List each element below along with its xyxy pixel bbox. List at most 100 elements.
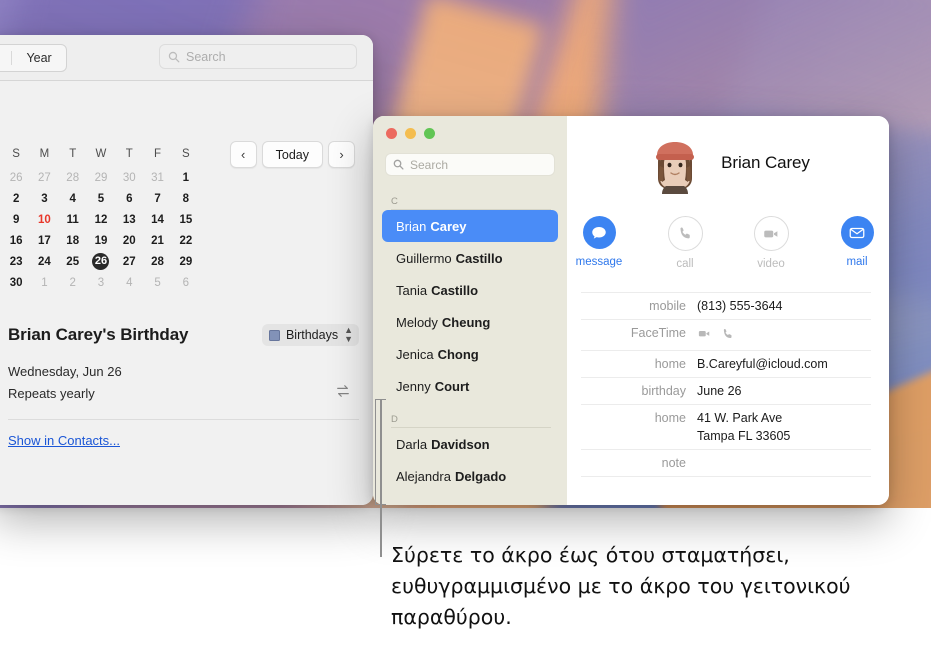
- mail-action-button[interactable]: mail: [826, 216, 888, 270]
- contact-first-name: Guillermo: [396, 250, 452, 266]
- phone-icon[interactable]: [721, 327, 735, 346]
- calendar-day[interactable]: 16: [2, 230, 30, 251]
- calendar-day[interactable]: 31: [143, 167, 171, 188]
- calendar-day[interactable]: 6: [115, 188, 143, 209]
- calendar-day[interactable]: 30: [115, 167, 143, 188]
- calendar-day[interactable]: 6: [172, 272, 200, 293]
- contact-list-item[interactable]: Tania Castillo: [382, 274, 558, 306]
- event-divider: [8, 419, 359, 420]
- calendar-day[interactable]: 26: [2, 167, 30, 188]
- contacts-list[interactable]: C Brian Carey Guillermo Castillo Tania Castill…: [373, 184, 567, 505]
- video-action-button[interactable]: video: [740, 216, 802, 270]
- calendar-day[interactable]: 2: [59, 272, 87, 293]
- segment-month[interactable]: th: [0, 45, 11, 71]
- today-button[interactable]: Today: [261, 141, 323, 168]
- calendar-day[interactable]: 28: [59, 167, 87, 188]
- calendar-day[interactable]: 29: [172, 251, 200, 272]
- calendar-day[interactable]: 30: [2, 272, 30, 293]
- calendar-month-grid[interactable]: SMTWTFS 26 27 28 29 30 31 1 2 3 4 5 6 7 8 9 10 11 12 13 14 1…: [2, 143, 200, 293]
- contact-detail-panel: Brian Carey message call video mail mobile (…: [567, 116, 889, 505]
- view-segmented-control[interactable]: th Year: [0, 44, 67, 72]
- repeat-icon[interactable]: [335, 384, 351, 398]
- calendar-day[interactable]: 5: [87, 188, 115, 209]
- contact-action-buttons[interactable]: message call video mail: [567, 216, 889, 270]
- field-label: home: [654, 411, 686, 425]
- segment-year[interactable]: Year: [12, 45, 65, 71]
- contact-first-name: Tania: [396, 282, 428, 298]
- calendar-day[interactable]: 3: [30, 188, 58, 209]
- contact-first-name: Brian: [396, 218, 427, 234]
- field-value[interactable]: B.Careyful@icloud.com: [697, 355, 828, 373]
- contact-list-item[interactable]: Brian Carey: [382, 210, 558, 242]
- contact-list-item[interactable]: Jenny Court: [382, 370, 558, 402]
- calendar-day[interactable]: 18: [59, 230, 87, 251]
- calendar-day-rows[interactable]: 26 27 28 29 30 31 1 2 3 4 5 6 7 8 9 10 11 12 13 14 15 16 17 18 1…: [2, 167, 200, 293]
- calendar-day[interactable]: 19: [87, 230, 115, 251]
- previous-month-button[interactable]: ‹: [229, 141, 257, 168]
- calendar-day[interactable]: 1: [30, 272, 58, 293]
- next-month-button[interactable]: ›: [328, 141, 355, 168]
- calendar-day[interactable]: 13: [115, 209, 143, 230]
- field-label: mobile: [649, 299, 686, 313]
- calendar-day[interactable]: 4: [115, 272, 143, 293]
- contact-list-item[interactable]: Jenica Chong: [382, 338, 558, 370]
- calendar-day[interactable]: 9: [2, 209, 30, 230]
- calendar-day[interactable]: 22: [172, 230, 200, 251]
- calendar-week: 16 17 18 19 20 21 22: [2, 230, 200, 251]
- close-button[interactable]: [386, 128, 397, 139]
- calendar-day[interactable]: 15: [172, 209, 200, 230]
- contact-field-row: mobile (813) 555-3644: [581, 292, 871, 319]
- calendar-day[interactable]: 3: [87, 272, 115, 293]
- show-in-contacts-link[interactable]: Show in Contacts...: [8, 433, 120, 448]
- contact-list-item[interactable]: Darla Davidson: [382, 428, 558, 460]
- calendar-day[interactable]: 23: [2, 251, 30, 272]
- contact-list-item[interactable]: Alejandra Delgado: [382, 460, 558, 492]
- message-action-button[interactable]: message: [568, 216, 630, 270]
- contacts-section-header: D: [373, 402, 567, 428]
- contact-last-name: Court: [434, 378, 470, 394]
- calendar-day[interactable]: 11: [59, 209, 87, 230]
- zoom-button[interactable]: [424, 128, 435, 139]
- calendar-day[interactable]: 27: [30, 167, 58, 188]
- field-label: home: [654, 357, 686, 371]
- window-traffic-lights[interactable]: [386, 128, 435, 139]
- calendar-day[interactable]: 25: [59, 251, 87, 272]
- calendar-day[interactable]: 20: [115, 230, 143, 251]
- calendar-day[interactable]: 26: [87, 251, 115, 272]
- calendar-day[interactable]: 8: [172, 188, 200, 209]
- calendar-day[interactable]: 14: [143, 209, 171, 230]
- calendar-day[interactable]: 12: [87, 209, 115, 230]
- field-value[interactable]: [697, 324, 735, 346]
- calendar-day[interactable]: 28: [143, 251, 171, 272]
- contact-last-name: Delgado: [454, 468, 507, 484]
- call-action-button[interactable]: call: [654, 216, 716, 270]
- field-value[interactable]: June 26: [697, 382, 741, 400]
- call-action-label: call: [676, 258, 694, 270]
- calendar-window: th Year Search SMTWTFS 26272829303112345…: [0, 35, 373, 505]
- contact-last-name: Chong: [437, 346, 479, 362]
- calendar-day[interactable]: 5: [143, 272, 171, 293]
- calendar-day[interactable]: 2: [2, 188, 30, 209]
- contacts-search-field[interactable]: Search: [385, 153, 555, 176]
- minimize-button[interactable]: [405, 128, 416, 139]
- calendar-day[interactable]: 24: [30, 251, 58, 272]
- calendar-day[interactable]: 27: [115, 251, 143, 272]
- calendar-day[interactable]: 7: [143, 188, 171, 209]
- calendar-select-popup[interactable]: Birthdays ▲ ▼: [261, 324, 359, 346]
- calendar-search-field[interactable]: Search: [159, 44, 357, 69]
- contact-list-item[interactable]: Melody Cheung: [382, 306, 558, 338]
- contact-last-name: Davidson: [431, 436, 490, 452]
- calendar-day[interactable]: 21: [143, 230, 171, 251]
- contact-list-item[interactable]: Guillermo Castillo: [382, 242, 558, 274]
- calendar-day[interactable]: 17: [30, 230, 58, 251]
- calendar-day[interactable]: 29: [87, 167, 115, 188]
- field-value[interactable]: 41 W. Park Ave Tampa FL 33605: [697, 409, 790, 445]
- contact-last-name: Castillo: [431, 282, 479, 298]
- avatar[interactable]: [646, 132, 704, 194]
- field-value[interactable]: (813) 555-3644: [697, 297, 782, 315]
- video-icon[interactable]: [697, 326, 712, 346]
- calendar-day[interactable]: 1: [172, 167, 200, 188]
- calendar-day[interactable]: 4: [59, 188, 87, 209]
- contact-field-row: home 41 W. Park Ave Tampa FL 33605: [581, 404, 871, 449]
- calendar-day[interactable]: 10: [30, 209, 58, 230]
